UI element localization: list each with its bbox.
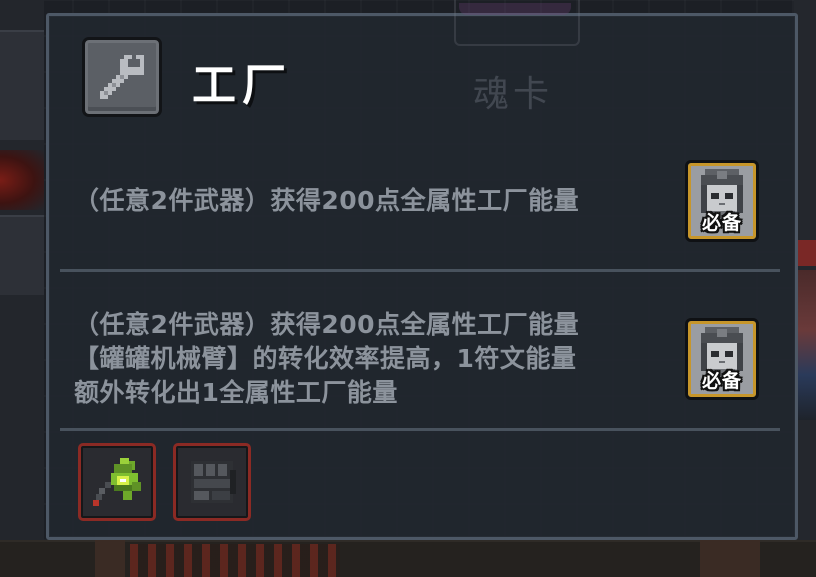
background-floor-grate [130,544,340,577]
effect-2-line: 额外转化出1全属性工厂能量 [74,378,398,407]
background-floor-block [700,540,760,577]
panel-title: 工厂 [192,60,292,111]
background-floor-block [95,540,125,577]
effect-1-line: （任意2件武器）获得200点全属性工厂能量 [74,186,580,215]
effect-2-description: （任意2件武器）获得200点全属性工厂能量 【罐罐机械臂】的转化效率提高，1符文… [74,308,579,410]
ghost-card-label: 魂卡 [473,74,554,115]
background-left-block [0,30,44,140]
factory-category-tile [82,37,162,117]
green-mechanical-claw-icon [93,458,141,506]
ghost-card [454,0,580,46]
effect-1-description: （任意2件武器）获得200点全属性工厂能量 [74,184,579,218]
set-effect-tooltip: 魂卡 工厂 （任意2件武器）获得200点全属性工厂能量 必备 （任意2件武器）获… [46,0,798,540]
required-badge[interactable]: 必备 [685,160,759,242]
weapon-slot[interactable] [173,443,251,521]
effect-2-line: （任意2件武器）获得200点全属性工厂能量 [74,310,580,339]
required-badge[interactable]: 必备 [685,318,759,400]
effect-2-line: 【罐罐机械臂】的转化效率提高，1符文能量 [74,344,577,373]
background-left-block [0,215,44,295]
dark-gauntlet-icon [191,461,236,503]
required-badge-label: 必备 [701,212,742,234]
game-scene: 魂卡 工厂 （任意2件武器）获得200点全属性工厂能量 必备 （任意2件武器）获… [0,0,816,577]
section-divider [60,428,780,431]
background-red-glow [0,150,44,210]
weapon-slot[interactable] [78,443,156,521]
wrench-icon [100,55,144,99]
required-badge-label: 必备 [701,370,742,392]
section-divider [60,269,780,272]
